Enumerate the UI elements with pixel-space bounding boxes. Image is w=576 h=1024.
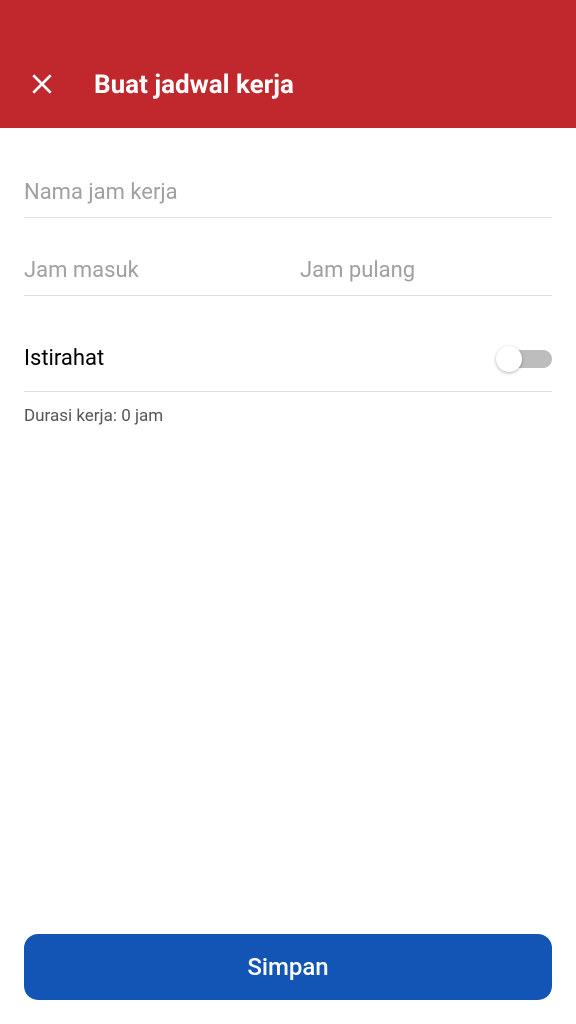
page-title: Buat jadwal kerja [94, 70, 294, 100]
break-toggle[interactable] [496, 347, 552, 371]
footer: Simpan [0, 910, 576, 1024]
form-content: Istirahat Durasi kerja: 0 jam [0, 128, 576, 910]
save-button[interactable]: Simpan [24, 934, 552, 1000]
start-time-input[interactable] [24, 246, 276, 295]
time-row [24, 246, 552, 296]
close-icon[interactable] [28, 70, 56, 98]
break-label: Istirahat [24, 346, 104, 371]
work-hours-name-input[interactable] [24, 168, 552, 218]
duration-text: Durasi kerja: 0 jam [24, 406, 552, 426]
header: Buat jadwal kerja [0, 0, 576, 128]
end-time-input[interactable] [300, 246, 552, 295]
toggle-knob [496, 346, 522, 372]
break-toggle-row: Istirahat [24, 346, 552, 392]
